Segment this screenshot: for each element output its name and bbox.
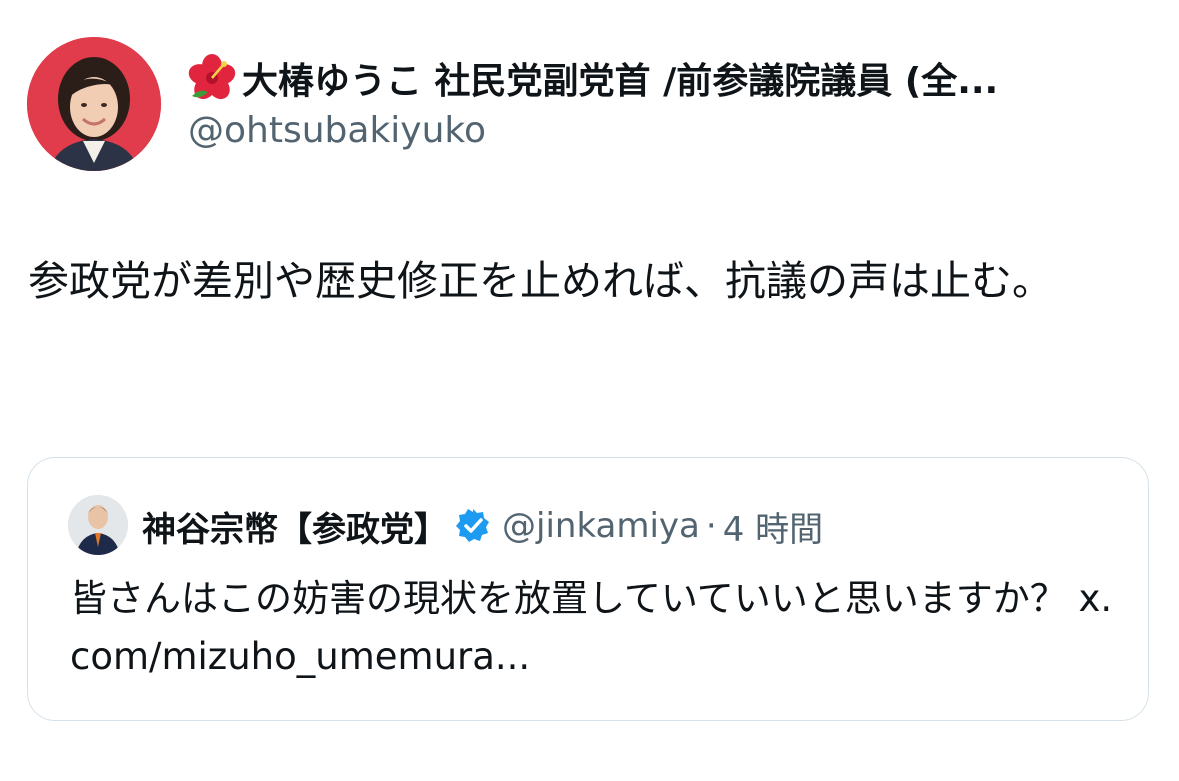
- author-display-name[interactable]: 大椿ゆうこ 社民党副党首 /前参議院議員 (全...: [242, 52, 998, 104]
- quoted-author-name[interactable]: 神谷宗幣【参政党】: [142, 502, 448, 551]
- quoted-tweet-text: 皆さんはこの妨害の現状を放置していていいと思いますか？ x.com/mizuho…: [70, 577, 1113, 678]
- verified-badge-icon: [456, 509, 489, 542]
- author-handle[interactable]: @ohtsubakiyuko: [188, 110, 486, 151]
- hibiscus-icon: [188, 54, 236, 100]
- quoted-tweet-card[interactable]: 神谷宗幣【参政党】 @jinkamiya · 4 時間 皆さんはこの妨害の現状を…: [27, 457, 1149, 721]
- separator-dot: ·: [705, 506, 717, 546]
- quoted-header[interactable]: 神谷宗幣【参政党】 @jinkamiya · 4 時間: [142, 498, 823, 554]
- quoted-author-avatar[interactable]: [68, 495, 128, 555]
- author-avatar[interactable]: [27, 37, 161, 171]
- quoted-timestamp[interactable]: 4 時間: [723, 502, 823, 551]
- quoted-author-handle[interactable]: @jinkamiya: [502, 506, 700, 546]
- author-name-row[interactable]: 大椿ゆうこ 社民党副党首 /前参議院議員 (全...: [186, 50, 1146, 106]
- tweet-text: 参政党が差別や歴史修正を止めれば、抗議の声は止む。: [28, 257, 1053, 305]
- tweet[interactable]: 大椿ゆうこ 社民党副党首 /前参議院議員 (全... @ohtsubakiyuk…: [0, 0, 1179, 781]
